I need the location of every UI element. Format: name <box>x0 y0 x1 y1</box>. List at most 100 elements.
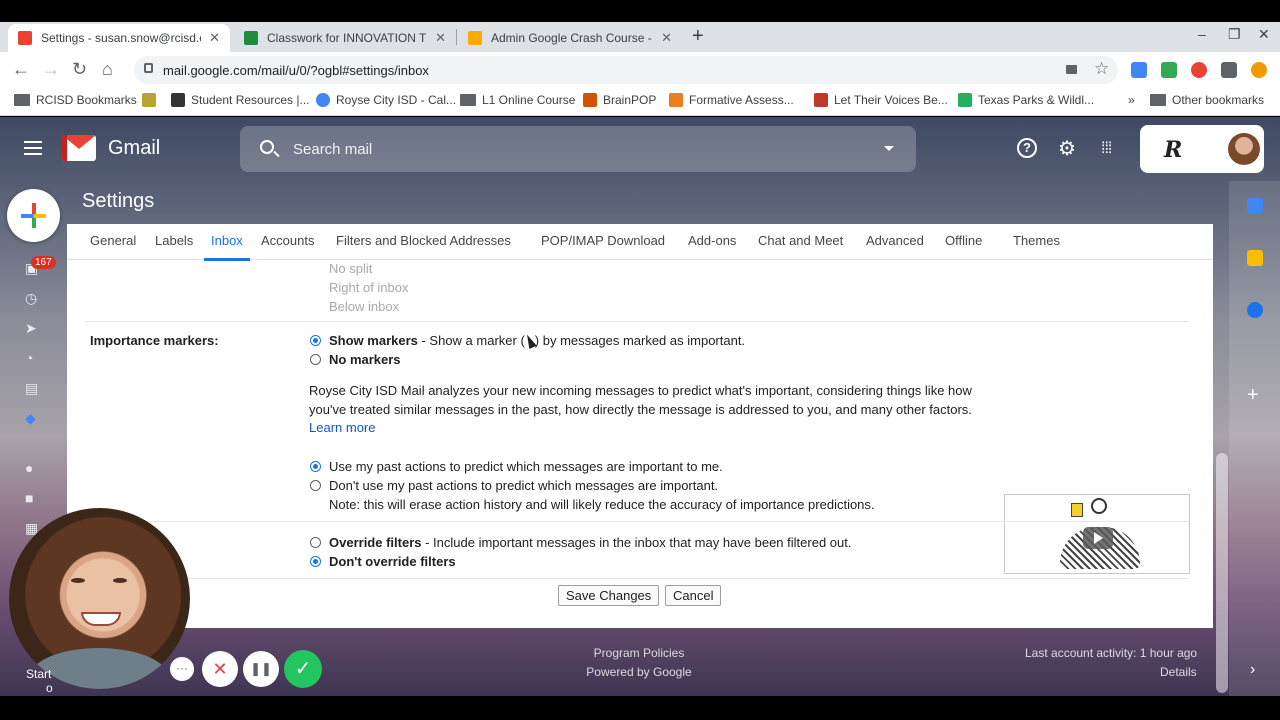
restore-icon[interactable]: ❐ <box>1228 26 1241 43</box>
save-changes-button[interactable]: Save Changes <box>558 585 660 606</box>
gmail-wordmark[interactable]: Gmail <box>108 137 160 160</box>
show-markers-radio[interactable] <box>310 335 321 346</box>
bookmark-voices[interactable]: Let Their Voices Be... <box>814 93 948 107</box>
main-menu-icon[interactable] <box>24 141 42 155</box>
tab-labels[interactable]: Labels <box>155 233 193 248</box>
close-icon[interactable]: ✕ <box>661 30 672 46</box>
window-close-icon[interactable]: ✕ <box>1258 26 1270 43</box>
tab-classwork[interactable]: Classwork for INNOVATION TEA ✕ <box>234 24 456 52</box>
folder-icon <box>14 94 30 106</box>
compose-button[interactable] <box>7 189 60 242</box>
bookmark-student-resources-link[interactable]: Student Resources |... <box>171 93 310 107</box>
scheduled-icon[interactable]: ◔ <box>25 351 41 365</box>
minimize-icon[interactable]: – <box>1198 26 1206 42</box>
red-extension-icon[interactable] <box>1191 62 1207 78</box>
reading-pane-right[interactable]: Right of inbox <box>329 280 409 295</box>
bookmark-formative[interactable]: Formative Assess... <box>669 93 794 107</box>
back-icon[interactable]: ← <box>12 59 30 79</box>
extensions-puzzle-icon[interactable] <box>1221 62 1237 78</box>
tab-chat-meet[interactable]: Chat and Meet <box>758 233 843 248</box>
calendar-icon[interactable] <box>1247 198 1263 214</box>
bookmark-other[interactable]: Other bookmarks <box>1150 93 1264 107</box>
keep-icon[interactable] <box>1247 250 1263 266</box>
dont-override-filters-option[interactable]: Don't override filters <box>329 554 456 569</box>
recorder-more-button[interactable]: ··· <box>170 657 194 681</box>
gmail-logo-icon[interactable] <box>62 135 96 161</box>
camera-icon[interactable] <box>1066 65 1077 74</box>
drafts-icon[interactable]: ▤ <box>25 381 41 395</box>
close-icon[interactable]: ✕ <box>209 30 220 46</box>
tasks-icon[interactable] <box>1247 302 1263 318</box>
browser-toolbar: ← → ↻ ⌂ mail.google.com/mail/u/0/?ogbl#s… <box>0 52 1280 87</box>
gear-icon[interactable]: ⚙ <box>1058 138 1076 160</box>
bookmark-student-resources[interactable] <box>142 93 162 107</box>
meet-icon[interactable]: ■ <box>25 491 41 505</box>
tab-accounts[interactable]: Accounts <box>261 233 314 248</box>
use-past-actions-option[interactable]: Use my past actions to predict which mes… <box>329 459 723 474</box>
tab-inbox[interactable]: Inbox <box>204 233 250 261</box>
bookmark-l1-online[interactable]: L1 Online Course <box>460 93 575 107</box>
show-markers-option[interactable]: Show markers - Show a marker () by messa… <box>329 333 745 348</box>
scrollbar[interactable] <box>1216 453 1228 693</box>
cancel-button[interactable]: Cancel <box>665 585 722 606</box>
bookmark-rcisd[interactable]: RCISD Bookmarks <box>14 93 137 107</box>
account-box[interactable]: R <box>1140 125 1264 173</box>
search-bar[interactable]: Search mail <box>240 126 916 172</box>
tab-add-ons[interactable]: Add-ons <box>688 233 736 248</box>
url-text[interactable]: mail.google.com/mail/u/0/?ogbl#settings/… <box>163 63 429 78</box>
bookmark-texas-parks[interactable]: Texas Parks & Wildl... <box>958 93 1094 107</box>
bookmark-star-icon[interactable]: ☆ <box>1094 59 1109 79</box>
tab-general[interactable]: General <box>90 233 136 248</box>
sent-icon[interactable]: ➤ <box>25 321 41 335</box>
brainpop-icon <box>583 93 597 107</box>
recorder-pause-button[interactable]: ❚❚ <box>243 651 279 687</box>
tab-filters[interactable]: Filters and Blocked Addresses <box>336 233 511 248</box>
override-filters-option[interactable]: Override filters - Include important mes… <box>329 535 851 550</box>
reading-pane-no-split[interactable]: No split <box>329 261 372 276</box>
importance-markers-label: Importance markers: <box>90 333 219 348</box>
chat-icon[interactable]: ● <box>25 461 41 475</box>
address-bar[interactable]: mail.google.com/mail/u/0/?ogbl#settings/… <box>134 56 1118 84</box>
search-icon[interactable] <box>260 140 274 154</box>
tab-offline[interactable]: Offline <box>945 233 982 248</box>
tab-themes[interactable]: Themes <box>1013 233 1060 248</box>
apps-grid-icon[interactable]: ⁞⁞⁞ <box>1101 138 1112 160</box>
dont-use-past-actions-option[interactable]: Don't use my past actions to predict whi… <box>329 478 718 493</box>
new-tab-button[interactable]: + <box>692 26 704 46</box>
translate-extension-icon[interactable] <box>1131 62 1147 78</box>
reading-pane-below[interactable]: Below inbox <box>329 299 399 314</box>
expand-panel-icon[interactable]: › <box>1250 661 1255 679</box>
bookmarks-overflow-icon[interactable]: » <box>1128 93 1135 107</box>
tab-pop-imap[interactable]: POP/IMAP Download <box>541 233 665 248</box>
play-icon[interactable] <box>1083 527 1113 549</box>
recorder-done-button[interactable]: ✓ <box>284 650 322 688</box>
home-icon[interactable]: ⌂ <box>102 59 113 79</box>
snoozed-icon[interactable]: ◷ <box>25 291 41 305</box>
no-markers-radio[interactable] <box>310 354 321 365</box>
green-extension-icon[interactable] <box>1161 62 1177 78</box>
tab-settings[interactable]: Settings - susan.snow@rcisd.org ✕ <box>8 24 230 52</box>
search-options-icon[interactable] <box>884 146 894 151</box>
add-addon-icon[interactable]: + <box>1247 385 1259 405</box>
importance-video-thumbnail[interactable] <box>1004 494 1190 574</box>
search-input[interactable]: Search mail <box>293 141 372 158</box>
use-past-actions-radio[interactable] <box>310 461 321 472</box>
avatar[interactable] <box>1228 133 1260 165</box>
learn-more-link[interactable]: Learn more <box>309 420 375 435</box>
help-icon[interactable]: ? <box>1017 138 1037 158</box>
close-icon[interactable]: ✕ <box>435 30 446 46</box>
tab-admin-course[interactable]: Admin Google Crash Course - G ✕ <box>458 24 682 52</box>
tab-advanced[interactable]: Advanced <box>866 233 924 248</box>
dont-override-filters-radio[interactable] <box>310 556 321 567</box>
label-icon[interactable]: ◆ <box>25 411 41 425</box>
override-filters-radio[interactable] <box>310 537 321 548</box>
bookmark-brainpop[interactable]: BrainPOP <box>583 93 656 107</box>
forward-icon[interactable]: → <box>42 59 60 79</box>
details-link[interactable]: Details <box>1160 665 1197 679</box>
profile-alert-icon[interactable] <box>1251 62 1267 78</box>
no-markers-option[interactable]: No markers <box>329 352 401 367</box>
reload-icon[interactable]: ↻ <box>72 59 87 79</box>
bookmark-royse-calendar[interactable]: Royse City ISD - Cal... <box>316 93 456 107</box>
dont-use-past-actions-radio[interactable] <box>310 480 321 491</box>
recorder-cancel-button[interactable]: ✕ <box>202 651 238 687</box>
